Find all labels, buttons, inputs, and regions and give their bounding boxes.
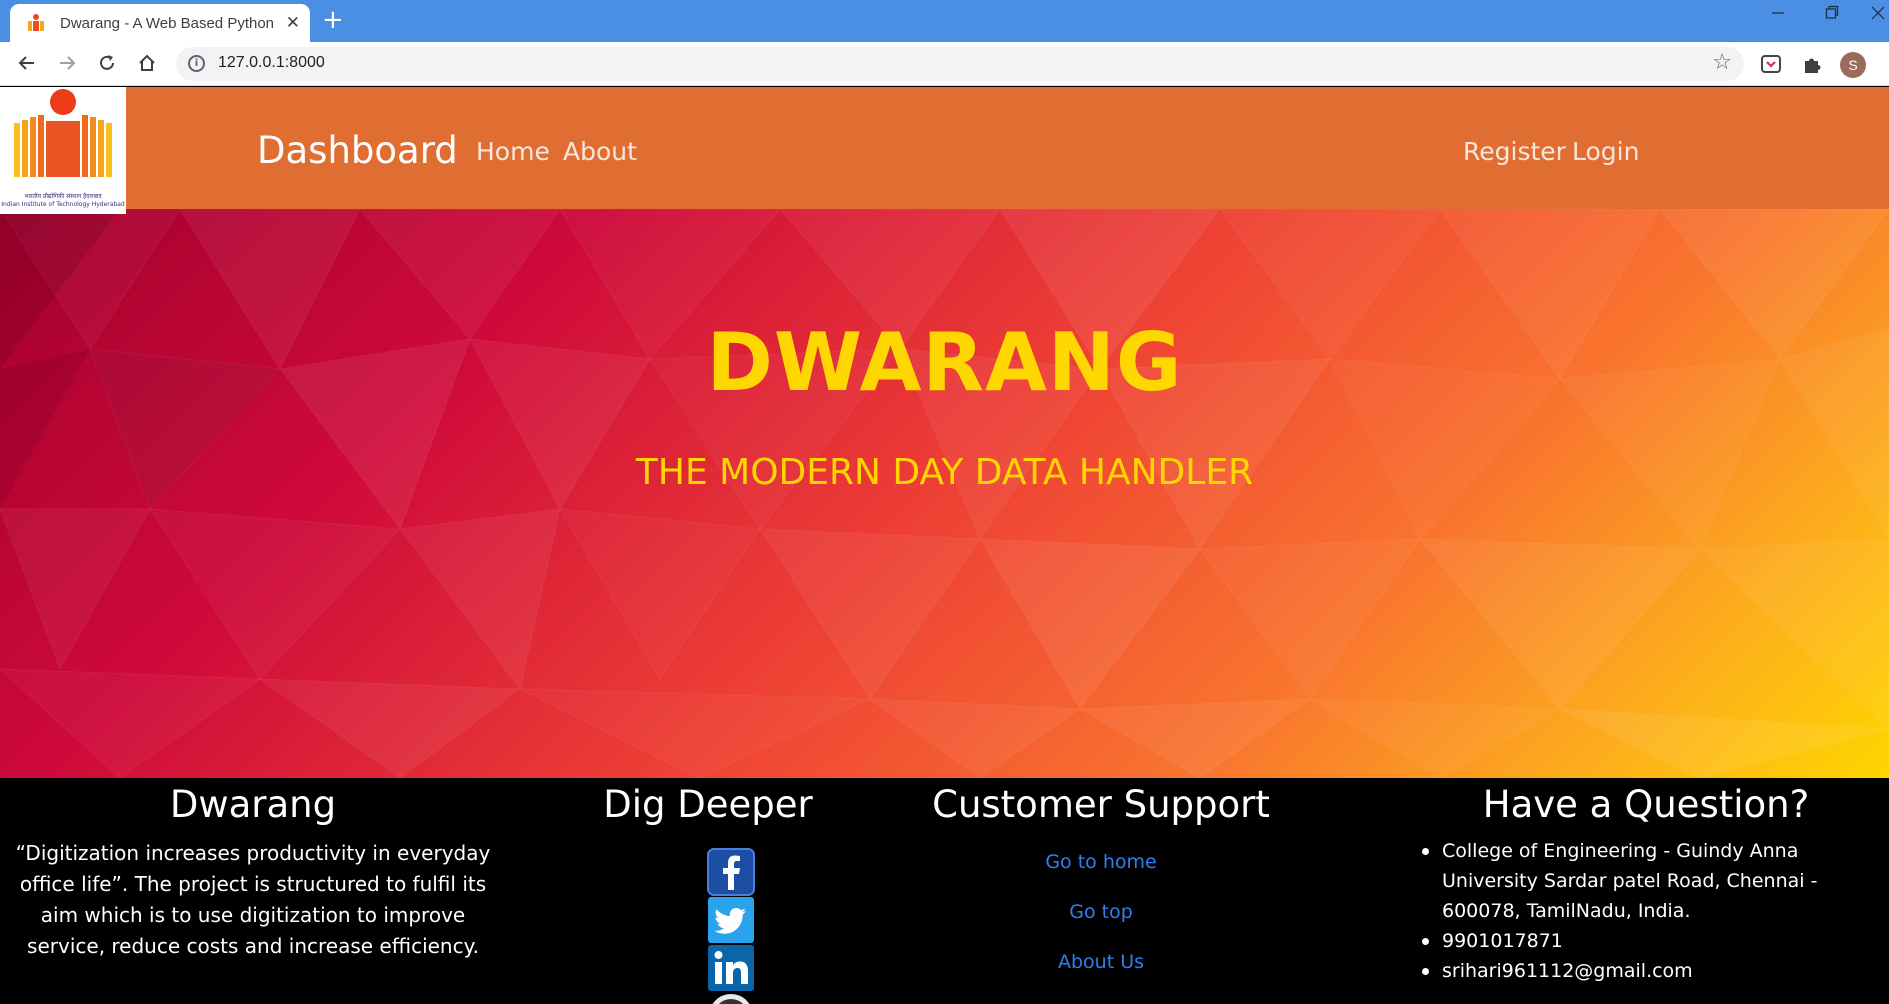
about-us-link[interactable]: About Us <box>901 951 1301 973</box>
back-arrow-icon[interactable] <box>12 48 42 78</box>
go-top-link[interactable]: Go top <box>901 901 1301 923</box>
hero-subtitle: THE MODERN DAY DATA HANDLER <box>635 452 1254 493</box>
bookmark-star-icon[interactable]: ☆ <box>1712 50 1732 75</box>
linkedin-icon[interactable] <box>707 944 755 992</box>
low-poly-background <box>0 209 1889 778</box>
logo-caption: भारतीय प्रौद्योगिकी संस्थान हैदराबाद Ind… <box>1 193 125 208</box>
footer-support-heading: Customer Support <box>932 783 1270 826</box>
extensions-puzzle-icon[interactable] <box>1801 53 1823 75</box>
go-to-home-link[interactable]: Go to home <box>901 851 1301 873</box>
site-navbar: भारतीय प्रौद्योगिकी संस्थान हैदराबाद Ind… <box>0 87 1889 214</box>
contact-address: College of Engineering - Guindy Anna Uni… <box>1418 836 1884 926</box>
forward-arrow-icon[interactable] <box>52 48 82 78</box>
hero-banner: DWARANG THE MODERN DAY DATA HANDLER <box>0 209 1889 778</box>
footer-dig-deeper-heading: Dig Deeper <box>603 783 813 826</box>
close-window-icon[interactable] <box>1870 4 1886 24</box>
address-bar[interactable]: i 127.0.0.1:8000 ☆ <box>176 47 1744 81</box>
github-icon[interactable] <box>707 992 755 1004</box>
site-footer: Dwarang “Digitization increases producti… <box>0 778 1889 1004</box>
facebook-icon[interactable] <box>707 848 755 896</box>
twitter-icon[interactable] <box>707 896 755 944</box>
nav-register-link[interactable]: Register <box>1463 137 1566 166</box>
extension-pocket-icon[interactable] <box>1760 53 1782 75</box>
iit-hyderabad-logo[interactable]: भारतीय प्रौद्योगिकी संस्थान हैदराबाद Ind… <box>0 87 126 214</box>
tab-close-icon[interactable]: ✕ <box>286 13 300 33</box>
contact-phone: 9901017871 <box>1418 926 1884 956</box>
brand-dashboard-link[interactable]: Dashboard <box>257 129 458 172</box>
hero-title: DWARANG <box>706 316 1183 409</box>
contact-list: College of Engineering - Guindy Anna Uni… <box>1418 836 1884 986</box>
site-favicon-icon <box>26 13 46 33</box>
address-url[interactable]: 127.0.0.1:8000 <box>218 54 325 72</box>
tab-title: Dwarang - A Web Based Python <box>60 14 275 32</box>
nav-about-link[interactable]: About <box>563 137 637 166</box>
new-tab-button[interactable]: + <box>322 5 344 35</box>
browser-tab[interactable]: Dwarang - A Web Based Python ✕ <box>10 4 310 42</box>
reload-icon[interactable] <box>92 48 122 78</box>
home-icon[interactable] <box>132 48 162 78</box>
profile-avatar[interactable]: S <box>1840 52 1866 78</box>
footer-about-heading: Dwarang <box>169 783 337 826</box>
browser-toolbar: i 127.0.0.1:8000 ☆ S <box>0 42 1889 86</box>
nav-login-link[interactable]: Login <box>1572 137 1639 166</box>
contact-email[interactable]: srihari961112@gmail.com <box>1418 956 1884 986</box>
footer-question-heading: Have a Question? <box>1482 783 1810 826</box>
minimize-icon[interactable] <box>1770 4 1786 24</box>
footer-about-text: “Digitization increases productivity in … <box>15 841 491 958</box>
browser-tab-strip: Dwarang - A Web Based Python ✕ + <box>0 0 1889 42</box>
site-info-icon[interactable]: i <box>188 55 205 72</box>
nav-home-link[interactable]: Home <box>476 137 550 166</box>
restore-icon[interactable] <box>1824 4 1840 24</box>
